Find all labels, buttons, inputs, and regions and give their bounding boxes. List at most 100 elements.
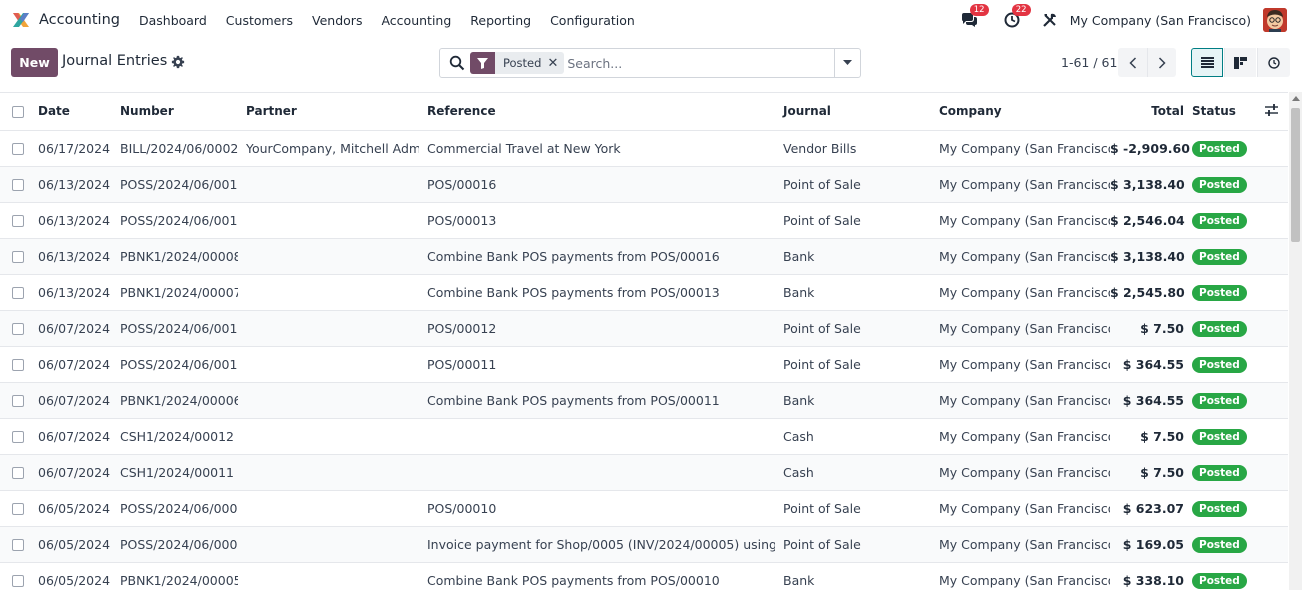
cell-company: My Company (San Francisco) (931, 238, 1110, 275)
table-row[interactable]: 06/13/2024 PBNK1/2024/00008 Combine Bank P… (0, 238, 1288, 275)
search-input[interactable] (567, 55, 828, 71)
cell-status: Posted (1192, 166, 1254, 203)
row-checkbox[interactable] (12, 467, 24, 479)
facet-remove-button[interactable]: ✕ (547, 52, 565, 74)
menu-dashboard[interactable]: Dashboard (139, 13, 207, 28)
cell-total: $ 2,545.80 (1110, 274, 1192, 311)
search-icon[interactable] (449, 55, 465, 71)
menu-reporting[interactable]: Reporting (470, 13, 531, 28)
page-title[interactable]: Journal Entries (62, 53, 167, 69)
pager-value[interactable]: 1-61 / 61 (1061, 55, 1117, 70)
messages-button[interactable]: 12 (960, 4, 989, 30)
row-checkbox[interactable] (12, 251, 24, 263)
menu-customers[interactable]: Customers (226, 13, 293, 28)
cell-company: My Company (San Francisco) (931, 202, 1110, 239)
table-row[interactable]: 06/07/2024 POSS/2024/06/0011 POS/00012 Poin… (0, 310, 1288, 347)
row-select-cell (0, 562, 30, 590)
table-row[interactable]: 06/13/2024 POSS/2024/06/0012 POS/00013 Poin… (0, 202, 1288, 239)
company-switcher[interactable]: My Company (San Francisco) (1070, 13, 1251, 28)
status-badge: Posted (1192, 212, 1247, 229)
pager-previous-button[interactable] (1118, 48, 1147, 77)
table-row[interactable]: 06/05/2024 POSS/2024/06/0008 Invoice payme… (0, 526, 1288, 563)
search-options-toggle[interactable] (834, 49, 860, 77)
list-view-button[interactable] (1191, 48, 1223, 77)
pager-next-button[interactable] (1147, 48, 1176, 77)
column-date[interactable]: Date (30, 93, 112, 131)
table-row[interactable]: 06/07/2024 PBNK1/2024/00006 Combine Bank P… (0, 382, 1288, 419)
cell-date: 06/07/2024 (30, 454, 112, 491)
status-badge: Posted (1192, 248, 1247, 265)
table-row[interactable]: 06/13/2024 PBNK1/2024/00007 Combine Bank P… (0, 274, 1288, 311)
row-checkbox[interactable] (12, 359, 24, 371)
cell-journal: Point of Sale (775, 346, 931, 383)
cell-reference (419, 454, 775, 491)
table-row[interactable]: 06/13/2024 POSS/2024/06/0013 POS/00016 Poin… (0, 166, 1288, 203)
row-checkbox[interactable] (12, 575, 24, 587)
row-checkbox[interactable] (12, 503, 24, 515)
select-all-checkbox[interactable] (12, 105, 24, 118)
table-row[interactable]: 06/17/2024 BILL/2024/06/0002 YourCompany, … (0, 130, 1288, 167)
accounting-app-icon[interactable] (11, 10, 31, 30)
user-avatar[interactable] (1263, 8, 1287, 32)
cell-status: Posted (1192, 526, 1254, 563)
avatar-icon (1263, 8, 1287, 32)
activity-view-button[interactable] (1257, 48, 1290, 77)
menu-configuration[interactable]: Configuration (550, 13, 635, 28)
table-row[interactable]: 06/07/2024 CSH1/2024/00011 Cash My Company … (0, 454, 1288, 491)
row-checkbox[interactable] (12, 539, 24, 551)
cell-status: Posted (1192, 418, 1254, 455)
cell-journal: Cash (775, 454, 931, 491)
cell-status: Posted (1192, 274, 1254, 311)
row-checkbox[interactable] (12, 179, 24, 191)
cell-spacer (1254, 490, 1288, 527)
status-badge: Posted (1192, 320, 1247, 337)
row-checkbox[interactable] (12, 287, 24, 299)
debug-tools-button[interactable] (1040, 10, 1060, 30)
row-checkbox[interactable] (12, 143, 24, 155)
row-checkbox[interactable] (12, 215, 24, 227)
cell-number: PBNK1/2024/00005 (112, 562, 238, 590)
cell-reference: Combine Bank POS payments from POS/00011 (419, 382, 775, 419)
scroll-thumb[interactable] (1291, 108, 1300, 242)
cell-partner (238, 166, 419, 203)
cell-company: My Company (San Francisco) (931, 382, 1110, 419)
menu-accounting[interactable]: Accounting (381, 13, 451, 28)
cell-partner (238, 310, 419, 347)
cell-number: CSH1/2024/00011 (112, 454, 238, 491)
table-row[interactable]: 06/07/2024 POSS/2024/06/0010 POS/00011 Poin… (0, 346, 1288, 383)
kanban-icon (1234, 56, 1247, 69)
row-select-cell (0, 166, 30, 203)
status-badge: Posted (1192, 284, 1247, 301)
menu-vendors[interactable]: Vendors (312, 13, 362, 28)
optional-columns-toggle[interactable] (1254, 93, 1288, 131)
app-name[interactable]: Accounting (39, 12, 120, 28)
table-row[interactable]: 06/05/2024 POSS/2024/06/0009 POS/00010 Poin… (0, 490, 1288, 527)
cell-date: 06/13/2024 (30, 202, 112, 239)
column-partner[interactable]: Partner (238, 93, 419, 131)
gear-icon[interactable] (171, 55, 185, 69)
table-row[interactable]: 06/07/2024 CSH1/2024/00012 Cash My Company … (0, 418, 1288, 455)
row-select-cell (0, 130, 30, 167)
row-checkbox[interactable] (12, 431, 24, 443)
scroll-up-arrow[interactable] (1292, 96, 1300, 101)
column-total[interactable]: Total (1110, 93, 1192, 131)
new-button[interactable]: New (11, 48, 58, 77)
tools-icon (1042, 13, 1056, 27)
column-journal[interactable]: Journal (775, 93, 931, 131)
cell-partner (238, 238, 419, 275)
row-select-cell (0, 526, 30, 563)
activities-button[interactable]: 22 (1002, 4, 1031, 30)
journal-entries-list: Date Number Partner Reference Journal Co… (0, 92, 1288, 590)
column-status[interactable]: Status (1192, 93, 1254, 131)
chevron-right-icon (1158, 56, 1166, 69)
column-number[interactable]: Number (112, 93, 238, 131)
cell-journal: Bank (775, 562, 931, 590)
column-company[interactable]: Company (931, 93, 1110, 131)
row-checkbox[interactable] (12, 323, 24, 335)
list-scrollbar[interactable] (1289, 92, 1302, 590)
table-row[interactable]: 06/05/2024 PBNK1/2024/00005 Combine Bank P… (0, 562, 1288, 590)
column-reference[interactable]: Reference (419, 93, 775, 131)
row-checkbox[interactable] (12, 395, 24, 407)
kanban-view-button[interactable] (1224, 48, 1256, 77)
cell-status: Posted (1192, 346, 1254, 383)
